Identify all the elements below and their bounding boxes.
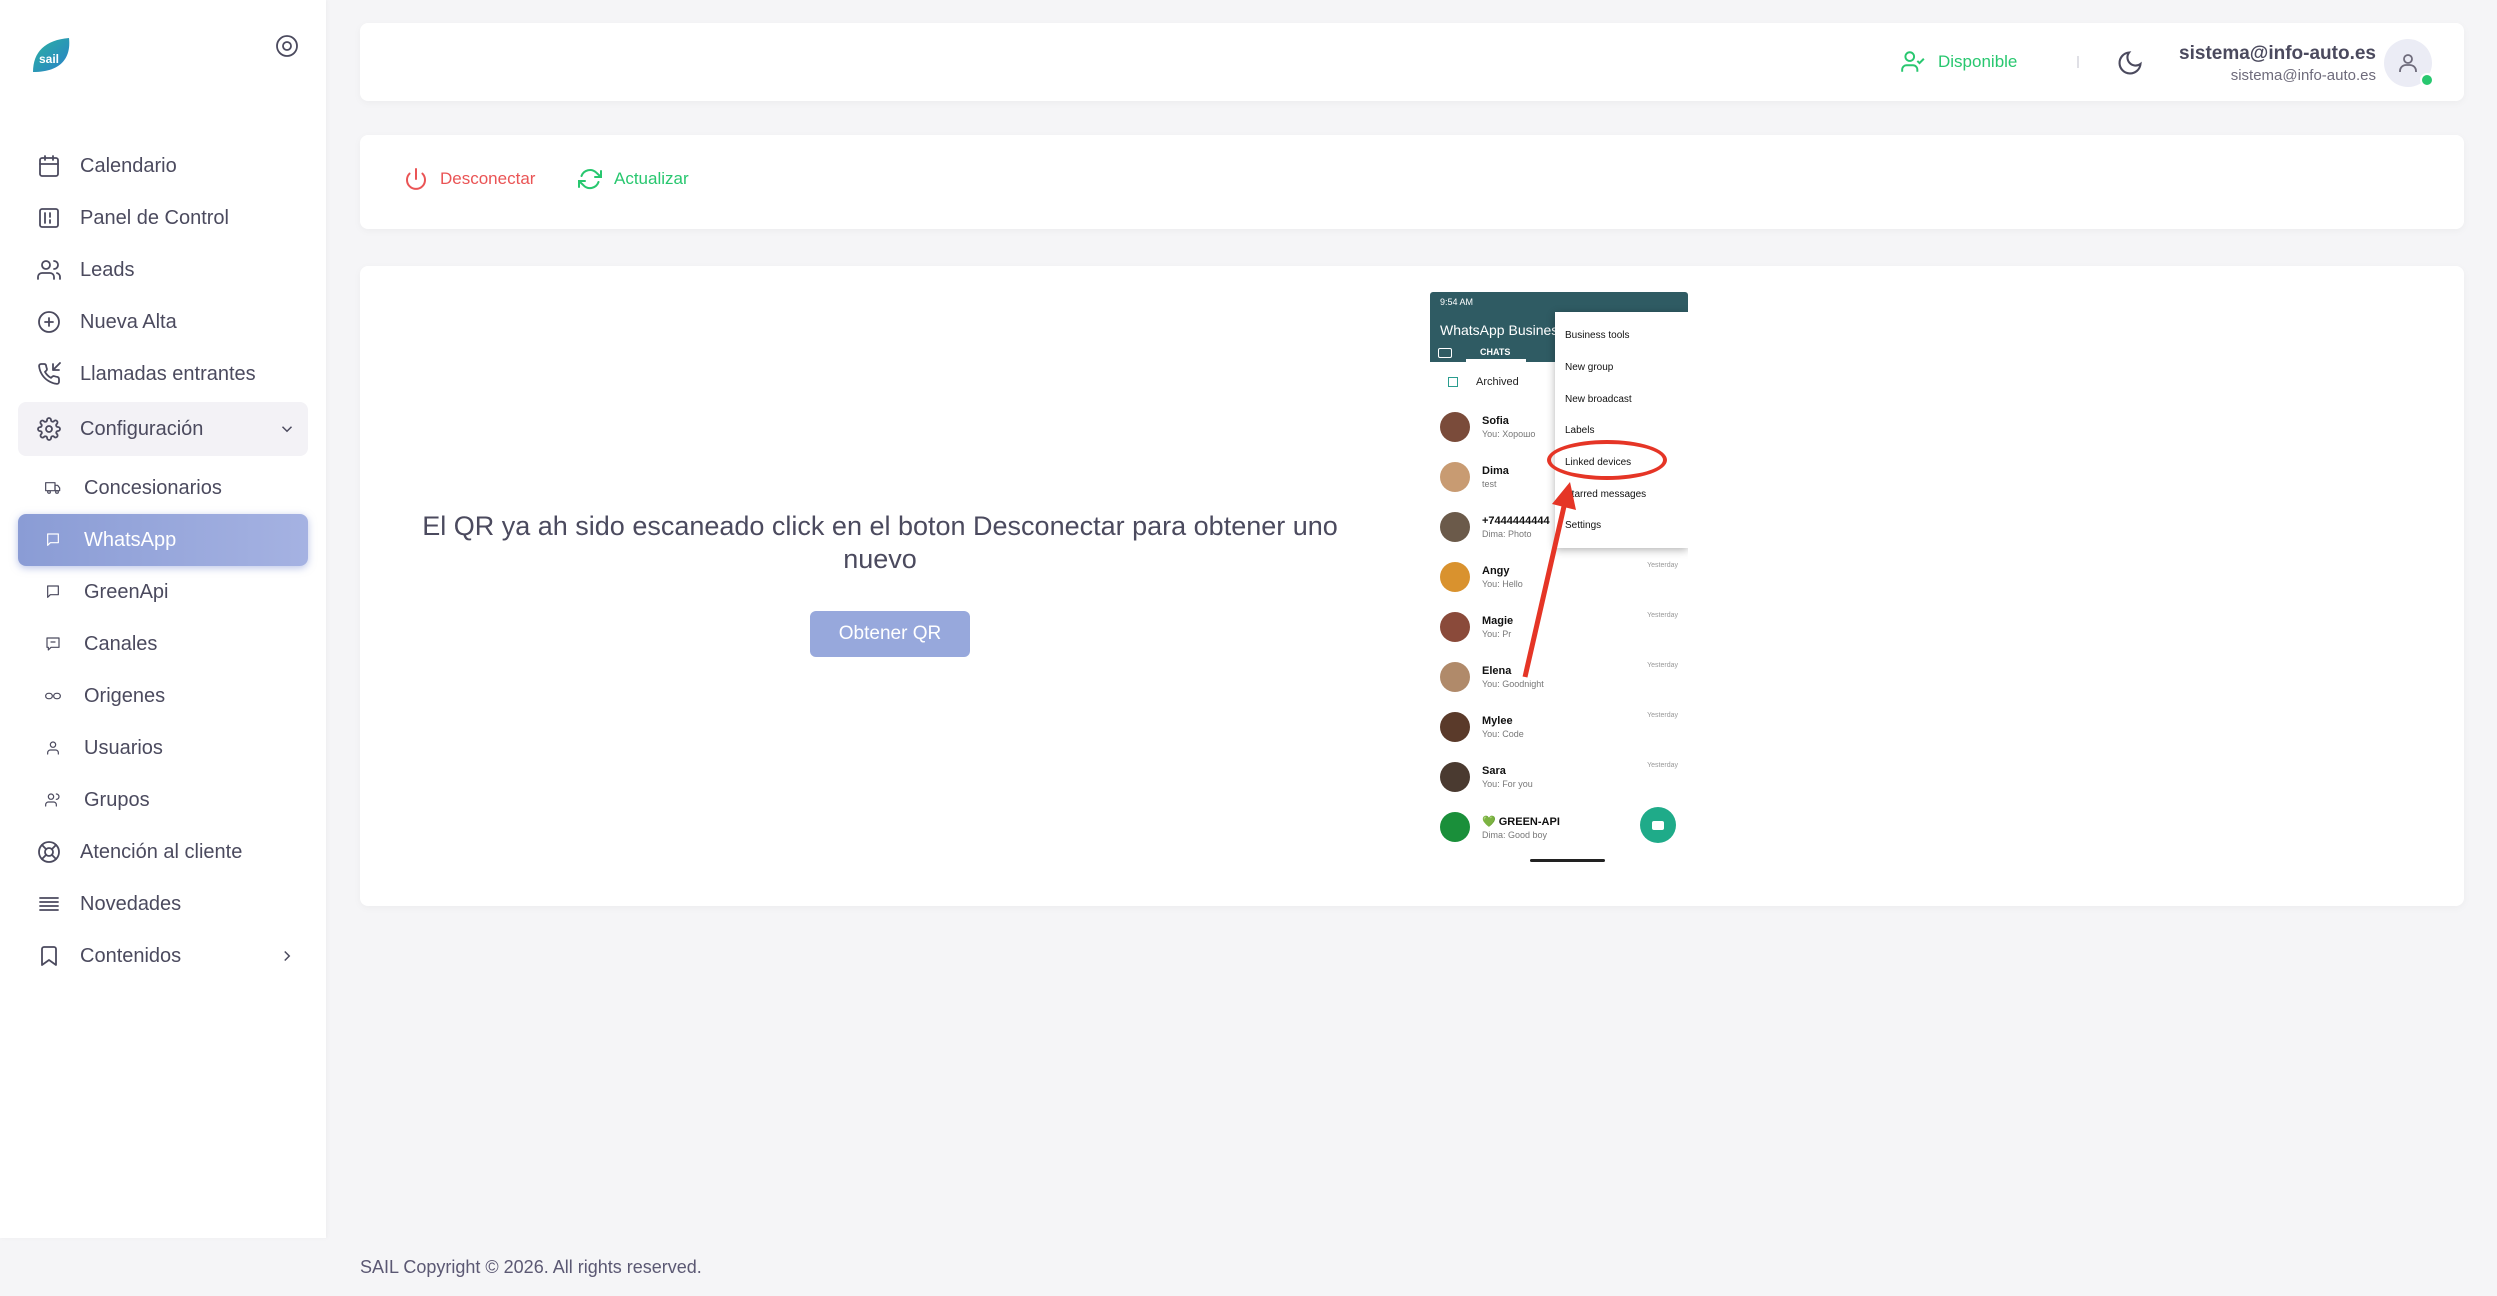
sidebar-item-label: WhatsApp: [84, 528, 177, 551]
users-icon: [40, 787, 66, 813]
sidebar-item-whatsapp[interactable]: WhatsApp: [18, 514, 308, 566]
disconnect-button[interactable]: Desconectar: [404, 167, 535, 191]
user-info[interactable]: sistema@info-auto.es sistema@info-auto.e…: [2179, 43, 2376, 84]
bookmark-icon: [36, 943, 62, 969]
link-icon: [40, 683, 66, 709]
sidebar-item-calendario[interactable]: Calendario: [18, 140, 308, 192]
sidebar-item-nueva-alta[interactable]: Nueva Alta: [18, 296, 308, 348]
lifebuoy-icon: [36, 839, 62, 865]
dark-mode-toggle[interactable]: [2116, 49, 2144, 77]
message-square-icon: [40, 631, 66, 657]
message-icon: [40, 527, 66, 553]
sidebar-item-label: Atención al cliente: [80, 840, 243, 863]
sidebar: sail Calendario Panel de Control Leads N…: [0, 0, 326, 1238]
sidebar-item-label: Grupos: [84, 788, 150, 811]
user-icon: [40, 735, 66, 761]
sidebar-item-label: Novedades: [80, 892, 182, 915]
home-indicator: [1530, 859, 1605, 862]
sidebar-item-panel-de-control[interactable]: Panel de Control: [18, 192, 308, 244]
chevron-right-icon: [278, 947, 296, 965]
qr-card: El QR ya ah sido escaneado click en el b…: [360, 266, 2464, 906]
sidebar-item-label: Origenes: [84, 684, 166, 707]
calendar-icon: [36, 153, 62, 179]
sail-logo[interactable]: sail: [29, 36, 73, 76]
sidebar-item-leads[interactable]: Leads: [18, 244, 308, 296]
sidebar-item-label: Nueva Alta: [80, 310, 177, 333]
sidebar-group-label: Configuración: [80, 417, 204, 440]
disconnect-label: Desconectar: [440, 169, 536, 188]
refresh-button[interactable]: Actualizar: [578, 167, 689, 191]
list-icon: [36, 891, 62, 917]
refresh-icon: [578, 169, 602, 190]
whatsapp-instructions-image: 9:54 AM WhatsApp Business CHATS Archived…: [1430, 292, 1688, 866]
sidebar-nav: Calendario Panel de Control Leads Nueva …: [18, 140, 308, 982]
message-icon: [40, 579, 66, 605]
sidebar-item-label: Concesionarios: [84, 476, 222, 499]
qr-status-message: El QR ya ah sido escaneado click en el b…: [422, 511, 1338, 574]
users-icon: [36, 257, 62, 283]
truck-icon: [40, 475, 66, 501]
sidebar-item-llamadas-entrantes[interactable]: Llamadas entrantes: [18, 348, 308, 400]
collapse-sidebar-icon[interactable]: [275, 34, 299, 58]
refresh-label: Actualizar: [614, 169, 689, 188]
sidebar-item-label: Calendario: [80, 154, 177, 177]
user-email: sistema@info-auto.es: [2230, 67, 2376, 84]
dashboard-icon: [36, 205, 62, 231]
sidebar-item-label: Panel de Control: [80, 206, 229, 229]
logo-text: sail: [39, 52, 59, 66]
sidebar-item-contenidos[interactable]: Contenidos: [18, 930, 308, 982]
sidebar-item-greenapi[interactable]: GreenApi: [18, 566, 308, 618]
sidebar-item-label: Canales: [84, 632, 158, 655]
get-qr-button[interactable]: Obtener QR: [810, 611, 970, 657]
user-check-icon: [1901, 51, 1925, 72]
sidebar-item-label: Usuarios: [84, 736, 163, 759]
top-navbar: Disponible sistema@info-auto.es sistema@…: [360, 23, 2464, 101]
user-name: sistema@info-auto.es: [2179, 43, 2376, 64]
red-arrow-icon: [1522, 482, 1576, 678]
actions-card: Desconectar Actualizar: [360, 135, 2464, 229]
status-label: Disponible: [1938, 52, 2018, 71]
footer-copyright: SAIL Copyright © 2026. All rights reserv…: [360, 1257, 702, 1277]
moon-icon: [2118, 51, 2142, 75]
availability-status[interactable]: Disponible: [1900, 49, 2017, 75]
sidebar-group-configuracion[interactable]: Configuración: [18, 402, 308, 456]
plus-circle-icon: [36, 309, 62, 335]
online-indicator: [2420, 73, 2434, 87]
sidebar-item-label: GreenApi: [84, 580, 169, 603]
sidebar-item-origenes[interactable]: Origenes: [18, 670, 308, 722]
gear-icon: [36, 416, 62, 442]
sidebar-item-label: Llamadas entrantes: [80, 362, 256, 385]
new-chat-fab: [1640, 807, 1676, 843]
divider: [2077, 56, 2079, 68]
sidebar-item-label: Leads: [80, 258, 135, 281]
sidebar-item-label: Contenidos: [80, 944, 182, 967]
sidebar-item-novedades[interactable]: Novedades: [18, 878, 308, 930]
power-icon: [406, 168, 426, 190]
phone-incoming-icon: [36, 361, 62, 387]
sidebar-item-concesionarios[interactable]: Concesionarios: [18, 462, 308, 514]
sidebar-item-atencion-al-cliente[interactable]: Atención al cliente: [18, 826, 308, 878]
sidebar-item-canales[interactable]: Canales: [18, 618, 308, 670]
sidebar-item-grupos[interactable]: Grupos: [18, 774, 308, 826]
sidebar-item-usuarios[interactable]: Usuarios: [18, 722, 308, 774]
avatar[interactable]: [2384, 39, 2434, 87]
user-icon: [2399, 54, 2417, 72]
chevron-down-icon: [278, 420, 296, 438]
